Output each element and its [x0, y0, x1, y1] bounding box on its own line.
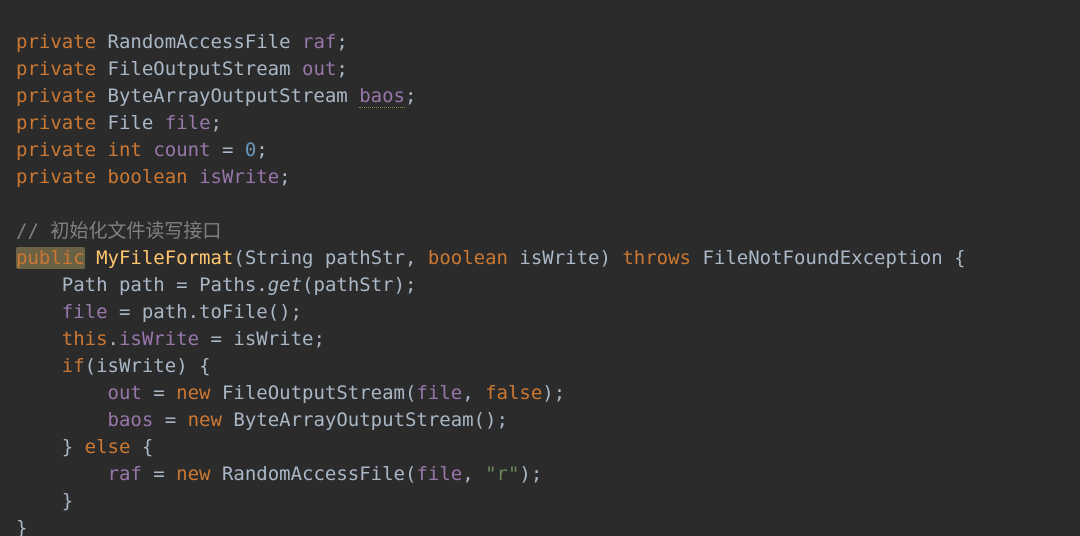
comment-line: // 初始化文件读写接口	[16, 220, 221, 242]
code-line: }	[16, 517, 27, 536]
code-line: private ByteArrayOutputStream baos;	[16, 85, 416, 108]
code-line: raf = new RandomAccessFile(file, "r");	[16, 463, 542, 485]
code-line: private RandomAccessFile raf;	[16, 31, 348, 53]
code-line: if(isWrite) {	[16, 355, 211, 377]
code-line: private File file;	[16, 112, 222, 134]
code-line: file = path.toFile();	[16, 301, 302, 323]
code-block: private RandomAccessFile raf; private Fi…	[0, 0, 1080, 536]
code-line: this.isWrite = isWrite;	[16, 328, 325, 350]
code-line: private int count = 0;	[16, 139, 268, 161]
code-line: private boolean isWrite;	[16, 166, 291, 188]
code-line: baos = new ByteArrayOutputStream();	[16, 409, 508, 431]
code-line: private FileOutputStream out;	[16, 58, 348, 80]
code-line: public MyFileFormat(String pathStr, bool…	[16, 247, 966, 269]
code-line: out = new FileOutputStream(file, false);	[16, 382, 565, 404]
code-line: } else {	[16, 436, 153, 458]
code-line: }	[16, 490, 73, 512]
blank-line	[16, 193, 27, 215]
code-line: Path path = Paths.get(pathStr);	[16, 274, 416, 296]
